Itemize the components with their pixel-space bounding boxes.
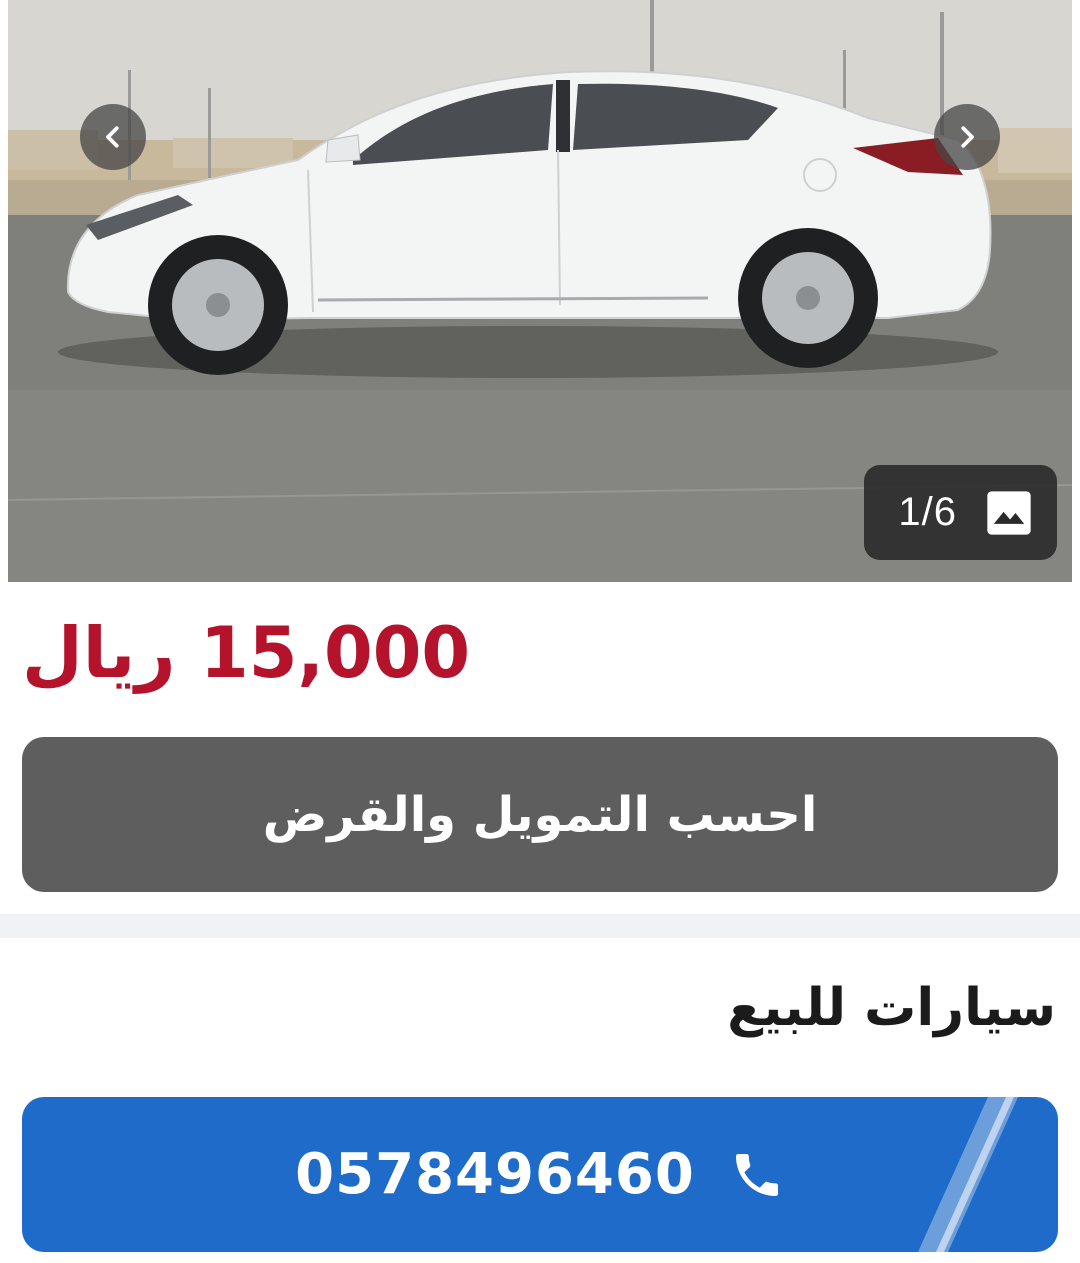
call-button[interactable]: 0578496460 — [22, 1097, 1058, 1252]
finance-calculator-button[interactable]: احسب التمويل والقرض — [22, 737, 1058, 892]
previous-image-button[interactable] — [80, 104, 146, 170]
image-icon — [987, 490, 1031, 535]
chevron-left-icon — [106, 126, 119, 148]
phone-icon — [735, 1153, 778, 1196]
section-divider — [0, 914, 1080, 938]
section-title: سيارات للبيع — [727, 978, 1056, 1038]
listing-page: 1/6 15,000 ريال احسب التمويل والقرض سيار… — [0, 0, 1080, 1263]
shine-decoration — [918, 1097, 1018, 1252]
listing-price: 15,000 ريال — [22, 612, 471, 694]
image-counter[interactable]: 1/6 — [864, 465, 1057, 560]
phone-number: 0578496460 — [295, 1142, 695, 1207]
chevron-right-icon — [961, 126, 974, 148]
next-image-button[interactable] — [934, 104, 1000, 170]
image-gallery[interactable]: 1/6 — [8, 0, 1072, 582]
image-counter-text: 1/6 — [898, 490, 957, 534]
